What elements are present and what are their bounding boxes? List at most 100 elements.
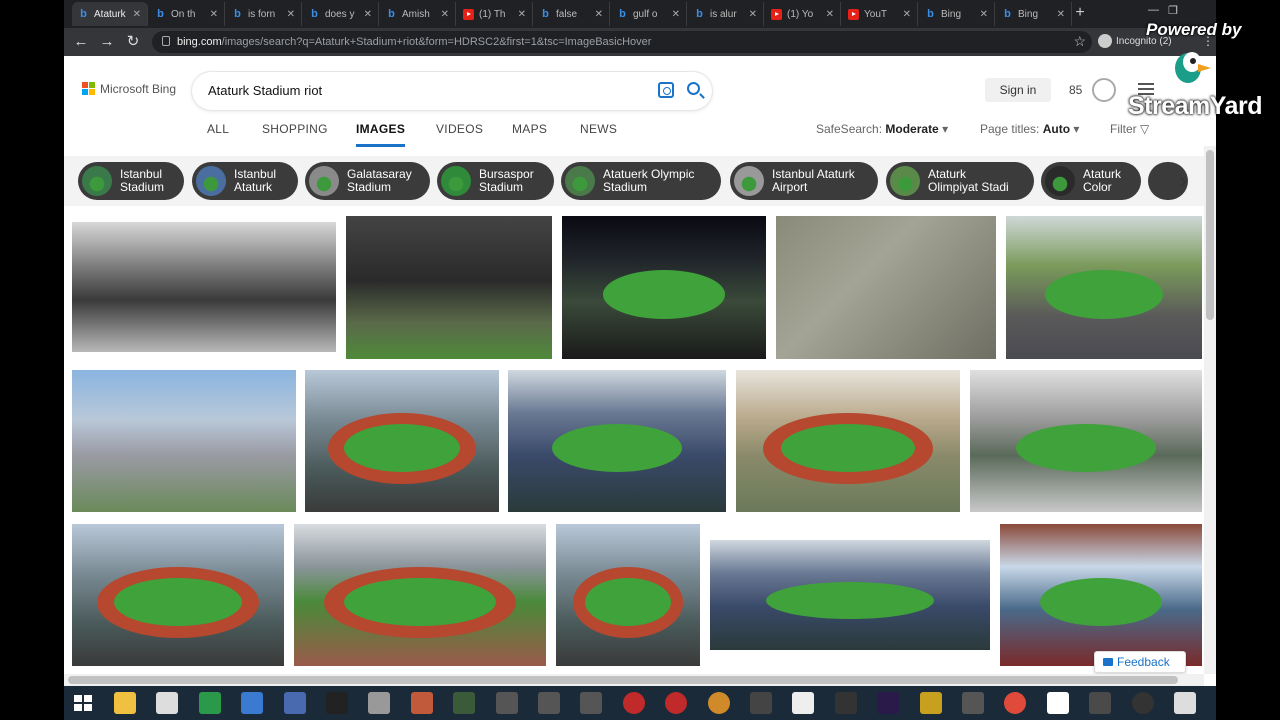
browser-tab[interactable]: b is alur ✕ [688,2,764,26]
image-result-thumbnail[interactable] [72,222,336,352]
related-search-chip[interactable]: Ataturk Color [1041,162,1141,200]
guitar-icon[interactable] [750,692,772,714]
horizontal-scrollbar[interactable] [64,674,1204,686]
browser-tab[interactable]: b Bing ✕ [996,2,1072,26]
media-app-icon[interactable] [453,692,476,714]
back-arrow-icon[interactable]: ← [72,33,90,51]
related-search-chip[interactable]: Bursaspor Stadium [437,162,554,200]
image-result-thumbnail[interactable] [346,216,552,359]
browser-tab[interactable]: (1) Yo ✕ [765,2,841,26]
image-result-thumbnail[interactable] [72,370,296,512]
chevron-right-icon[interactable]: › [1170,166,1196,196]
scope-tab-maps[interactable]: MAPS [512,122,547,136]
image-viewer-icon[interactable] [1174,692,1196,714]
window-app-icon[interactable] [495,692,518,714]
browser-tab[interactable]: b Ataturk ✕ [72,2,148,26]
file-explorer-icon[interactable] [114,692,136,714]
reload-icon[interactable]: ↻ [124,33,142,51]
music-player-icon[interactable] [665,692,688,714]
app-icon[interactable] [834,692,857,714]
x3-app-icon[interactable] [1089,692,1112,714]
close-tab-icon[interactable]: ✕ [441,9,449,20]
rewards-medal-icon[interactable] [1092,78,1116,102]
restore-icon[interactable]: ❐ [1168,4,1178,17]
search-input[interactable]: Ataturk Stadium riot [208,83,322,98]
sign-in-button[interactable]: Sign in [985,78,1051,102]
browser-tab[interactable]: b Bing ✕ [919,2,995,26]
browser-tab[interactable]: b Amish ✕ [380,2,456,26]
notepad-icon[interactable] [156,692,179,714]
page-titles-filter[interactable]: Page titles: Auto ▾ [980,122,1079,136]
document-icon[interactable] [1046,692,1069,714]
bookmark-star-icon[interactable]: ☆ [1073,33,1086,50]
filter-button[interactable]: Filter ▽ [1110,122,1149,136]
image-result-thumbnail[interactable] [305,370,499,512]
obs-icon[interactable] [1131,692,1154,714]
spreadsheet-icon[interactable] [198,692,221,714]
minimize-icon[interactable]: — [1148,4,1159,16]
scope-tab-shopping[interactable]: SHOPPING [262,122,328,136]
related-search-chip[interactable]: Istanbul Ataturk [192,162,298,200]
browser-tab[interactable]: YouT ✕ [842,2,918,26]
game-app-icon[interactable] [410,692,433,714]
window-app-icon[interactable] [538,692,560,714]
scrollbar-thumb[interactable] [68,676,1178,684]
image-result-thumbnail[interactable] [776,216,996,359]
music-player-icon[interactable] [622,692,645,714]
mixer-icon[interactable] [962,692,984,714]
close-tab-icon[interactable]: ✕ [364,9,372,20]
windows-start-icon[interactable] [74,695,92,711]
vertical-scrollbar[interactable] [1204,146,1216,674]
headphones-icon[interactable] [707,692,730,714]
music-app-icon[interactable] [326,692,348,714]
related-search-chip[interactable]: Atatuerk Olympic Stadium [561,162,721,200]
browser-tab[interactable]: b gulf o ✕ [611,2,687,26]
image-result-thumbnail[interactable] [556,524,700,666]
close-tab-icon[interactable]: ✕ [210,9,218,20]
audio-editor-icon[interactable] [919,692,942,714]
image-result-thumbnail[interactable] [508,370,726,512]
scrollbar-thumb[interactable] [1206,150,1214,320]
image-result-thumbnail[interactable] [1000,524,1202,666]
close-tab-icon[interactable]: ✕ [518,9,526,20]
scope-tab-videos[interactable]: VIDEOS [436,122,483,136]
scope-tab-images[interactable]: IMAGES [356,122,406,147]
feedback-button[interactable]: Feedback [1094,651,1186,673]
chrome-icon[interactable] [1004,692,1027,714]
browser-icon[interactable] [792,692,815,714]
related-search-chip[interactable]: Istanbul Ataturk Airport [730,162,878,200]
image-result-thumbnail[interactable] [72,524,284,666]
related-search-chip[interactable]: Ataturk Olimpiyat Stadi [886,162,1034,200]
close-tab-icon[interactable]: ✕ [672,9,680,20]
image-result-thumbnail[interactable] [970,370,1202,512]
browser-tab[interactable]: b is forn ✕ [226,2,302,26]
image-result-thumbnail[interactable] [736,370,960,512]
scope-tab-all[interactable]: ALL [207,122,229,136]
new-tab-button[interactable]: + [1070,4,1090,24]
window-app-icon[interactable] [580,692,603,714]
image-result-thumbnail[interactable] [562,216,766,359]
visual-search-icon[interactable] [658,82,674,98]
browser-tab[interactable]: b false ✕ [534,2,610,26]
scope-tab-news[interactable]: NEWS [580,122,617,136]
related-search-chip[interactable]: Galatasaray Stadium [305,162,430,200]
close-tab-icon[interactable]: ✕ [1057,9,1065,20]
image-result-thumbnail[interactable] [1006,216,1202,359]
related-search-chip[interactable]: Istanbul Stadium [78,162,184,200]
search-box[interactable]: Ataturk Stadium riot [192,72,712,110]
browser-tab[interactable]: b On th ✕ [149,2,225,26]
after-effects-icon[interactable] [877,692,900,714]
rewards-points[interactable]: 85 [1069,83,1082,97]
close-tab-icon[interactable]: ✕ [980,9,988,20]
address-bar[interactable]: bing.com/images/search?q=Ataturk+Stadium… [152,31,1092,53]
image-result-thumbnail[interactable] [710,540,990,650]
paint-app-icon[interactable] [241,692,264,714]
forward-arrow-icon[interactable]: → [98,33,116,51]
globe-app-icon[interactable] [283,692,306,714]
close-tab-icon[interactable]: ✕ [749,9,757,20]
browser-tab[interactable]: b does y ✕ [303,2,379,26]
safesearch-filter[interactable]: SafeSearch: Moderate ▾ [816,122,948,136]
calculator-icon[interactable] [368,692,391,714]
image-result-thumbnail[interactable] [294,524,546,666]
close-tab-icon[interactable]: ✕ [133,9,141,20]
